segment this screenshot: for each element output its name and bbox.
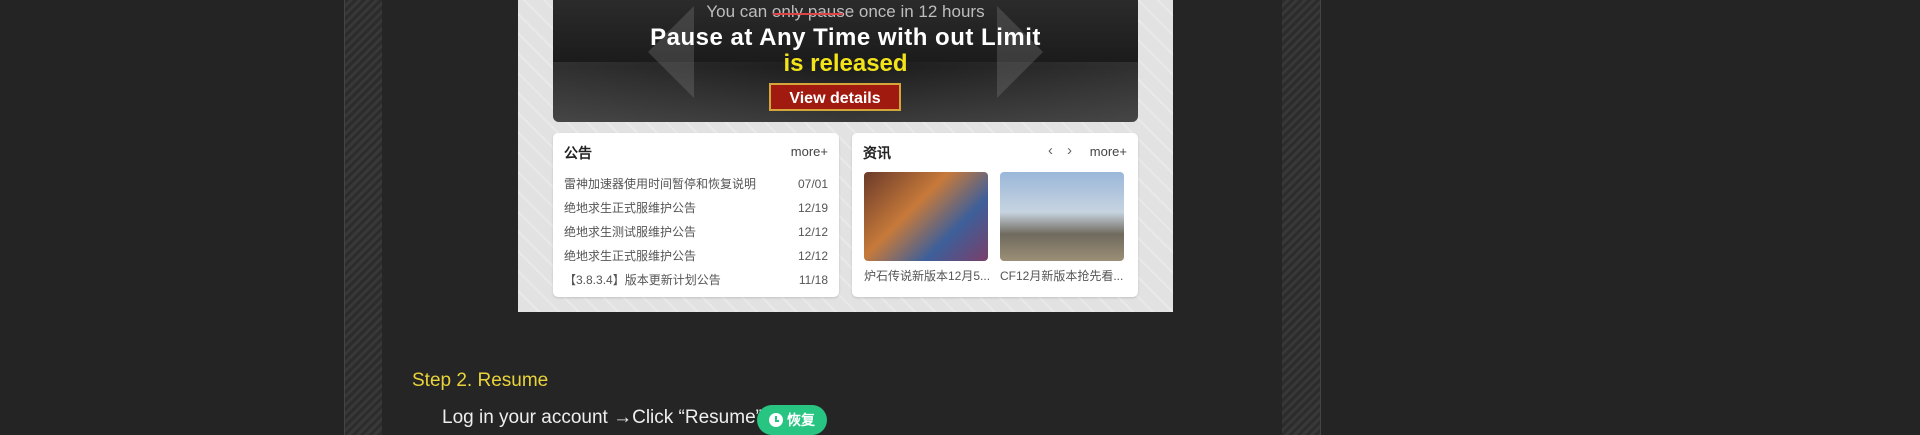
banner-subtitle: You can only pause once in 12 hours [706, 2, 985, 21]
view-details-button[interactable]: View details [769, 83, 901, 111]
notice-item-date: 12/12 [797, 225, 828, 239]
notice-item-date: 07/01 [797, 177, 828, 191]
screenshot-figure: You can only pause once in 12 hours Paus… [518, 0, 1173, 312]
next-arrow-icon[interactable]: › [1067, 142, 1072, 159]
list-item[interactable]: 雷神加速器使用时间暂停和恢复说明 07/01 [564, 172, 828, 196]
notice-item-text: 绝地求生正式服维护公告 [564, 249, 697, 263]
news-caption[interactable]: 炉石传说新版本12月5... [864, 267, 992, 284]
notice-item-date: 12/12 [797, 249, 828, 263]
news-thumbnail-cf[interactable] [1000, 172, 1124, 261]
notice-panel: 公告 more+ 雷神加速器使用时间暂停和恢复说明 07/01 绝地求生正式服维护… [553, 133, 839, 297]
news-thumbnail-hearthstone[interactable] [864, 172, 988, 261]
prev-arrow-icon[interactable]: ‹ [1048, 142, 1053, 159]
notice-item-date: 12/19 [797, 201, 828, 215]
notice-list: 雷神加速器使用时间暂停和恢复说明 07/01 绝地求生正式服维护公告 12/19 绝… [564, 172, 828, 292]
step-instruction: Log in your account →Click “Resume” [442, 407, 762, 428]
banner-headline: Pause at Any Time with out Limit [650, 24, 1041, 51]
list-item[interactable]: 绝地求生测试服维护公告 12/12 [564, 220, 828, 244]
notice-item-text: 雷神加速器使用时间暂停和恢复说明 [564, 177, 757, 191]
news-caption[interactable]: CF12月新版本抢先看... [1000, 267, 1128, 284]
left-border-stripe [344, 0, 383, 435]
notice-title: 公告 [564, 145, 592, 161]
resume-button[interactable]: 恢复 [757, 405, 827, 435]
notice-item-text: 绝地求生正式服维护公告 [564, 201, 697, 215]
notice-item-date: 11/18 [798, 273, 828, 287]
list-item[interactable]: 绝地求生正式服维护公告 12/12 [564, 244, 828, 268]
notice-item-text: 绝地求生测试服维护公告 [564, 225, 697, 239]
strike-line [773, 13, 843, 15]
right-border-stripe [1282, 0, 1321, 435]
banner-released: is released [783, 50, 908, 77]
list-item[interactable]: 绝地求生正式服维护公告 12/19 [564, 196, 828, 220]
notice-item-text: 【3.8.3.4】版本更新计划公告 [564, 273, 721, 287]
news-title: 资讯 [863, 145, 891, 161]
step-heading: Step 2. Resume [412, 370, 549, 391]
notice-more-link[interactable]: more+ [791, 144, 828, 159]
news-panel: 资讯 ‹ › more+ 炉石传说新版本12月5... CF12月新版本抢先看.… [852, 133, 1138, 297]
resume-label: 恢复 [787, 412, 815, 428]
clock-icon [769, 413, 783, 427]
list-item[interactable]: 【3.8.3.4】版本更新计划公告 11/18 [564, 268, 828, 292]
news-more-link[interactable]: more+ [1090, 144, 1127, 159]
promo-banner: You can only pause once in 12 hours Paus… [553, 0, 1138, 122]
